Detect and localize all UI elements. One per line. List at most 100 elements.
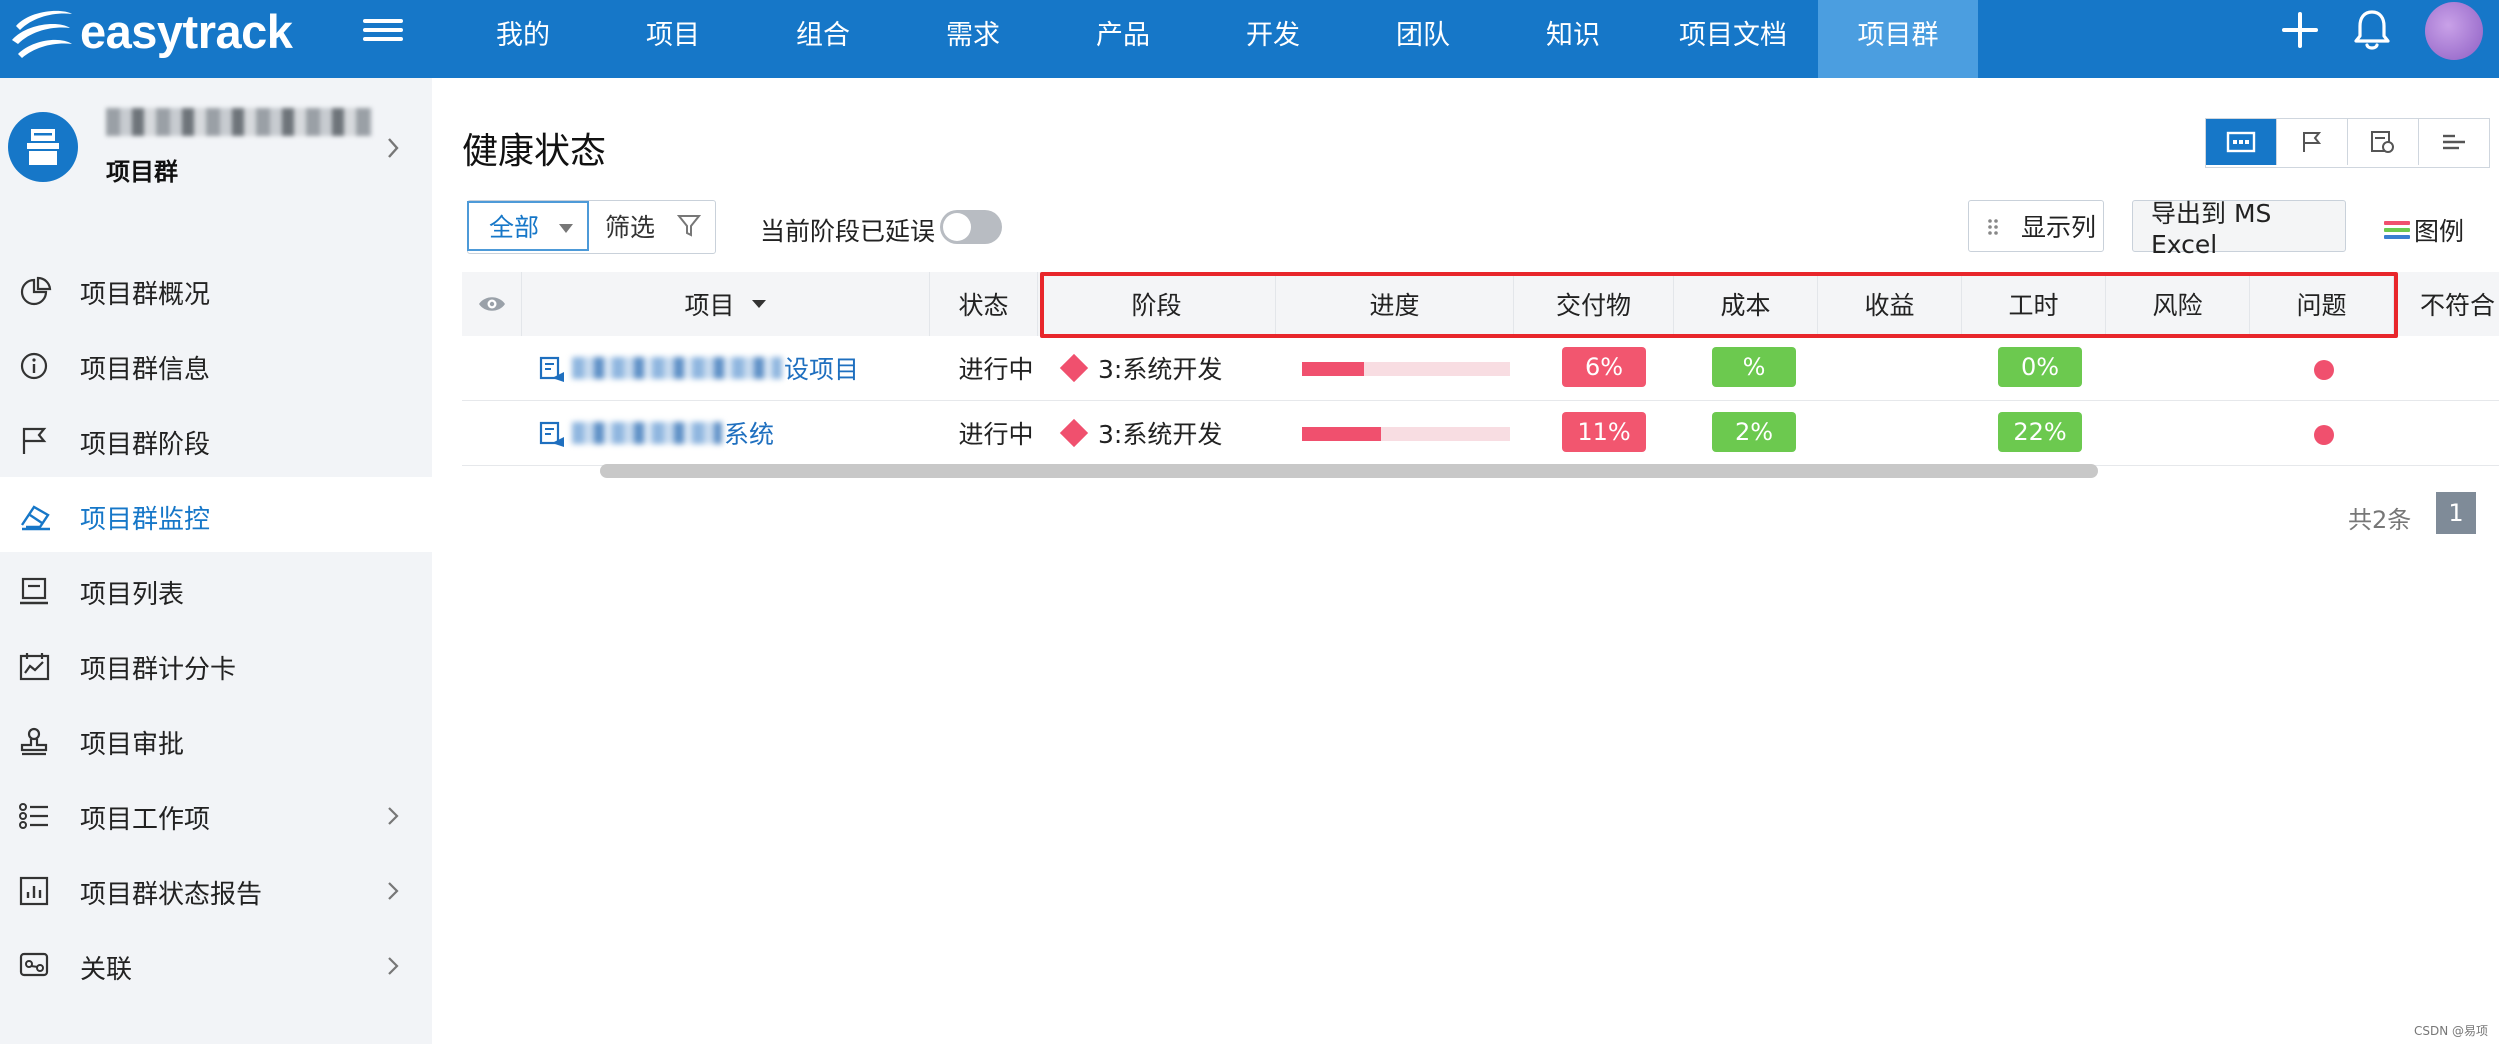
export-excel-label: 导出到 MS Excel	[2151, 198, 2272, 259]
legend-icon	[2384, 220, 2410, 240]
pie-chart-icon	[18, 276, 54, 306]
table-body: 设项目 进行中 3:系统开发 6% % 0% 系统 进行中 3:系统开发 11%…	[462, 336, 2499, 466]
sidebar-item-1[interactable]: 项目群信息	[0, 327, 432, 402]
report-icon	[2371, 131, 2394, 153]
column-visibility-header[interactable]	[462, 272, 522, 336]
stage-cell: 3:系统开发	[1058, 336, 1288, 400]
project-name-link[interactable]: 设项目	[572, 336, 859, 400]
nav-item-4[interactable]: 产品	[1048, 0, 1198, 78]
sidebar-item-7[interactable]: 项目工作项	[0, 777, 432, 852]
sidebar-item-label: 项目列表	[80, 580, 185, 610]
brand-logo[interactable]: easytrack	[10, 4, 293, 64]
caret-down-icon	[559, 224, 573, 233]
column-header-stage[interactable]: 阶段	[1038, 272, 1276, 336]
sidebar-item-8[interactable]: 项目群状态报告	[0, 852, 432, 927]
nav-item-3[interactable]: 需求	[898, 0, 1048, 78]
sidebar-item-0[interactable]: 项目群概况	[0, 252, 432, 327]
view-report-button[interactable]	[2348, 119, 2419, 165]
user-avatar[interactable]	[2425, 2, 2483, 60]
sidebar-item-5[interactable]: 项目群计分卡	[0, 627, 432, 702]
eye-icon	[478, 297, 505, 311]
column-header-issue[interactable]: 问题	[2250, 272, 2394, 336]
task-list-icon	[18, 801, 54, 831]
sidebar: 项目群 项目群概况 项目群信息 项目群阶段 项目群监控 项目列表 项目群计分卡 项目审批 项目…	[0, 78, 432, 1044]
status-cell: 进行中	[958, 355, 1034, 384]
cost-badge: 2%	[1712, 412, 1796, 452]
column-header-project-label: 项目	[684, 291, 735, 320]
pager-total: 共2条	[2348, 506, 2412, 534]
program-header[interactable]: 项目群	[0, 78, 432, 198]
brand-name: easytrack	[80, 4, 293, 58]
stage-cell: 3:系统开发	[1058, 401, 1288, 465]
drag-grip-icon	[1988, 219, 1998, 235]
sidebar-item-label: 项目群信息	[80, 355, 211, 385]
sidebar-item-3[interactable]: 项目群监控	[0, 477, 432, 552]
sidebar-item-9[interactable]: 关联	[0, 927, 432, 1002]
sidebar-item-label: 项目群计分卡	[80, 655, 237, 685]
progress-bar	[1302, 362, 1510, 376]
bell-icon[interactable]	[2352, 8, 2392, 52]
legend-label: 图例	[2414, 217, 2465, 246]
approval-stamp-icon	[18, 726, 54, 756]
menu-toggle-icon[interactable]	[363, 14, 403, 48]
easytrack-logo-icon	[12, 10, 72, 58]
column-header-status[interactable]: 状态	[930, 272, 1038, 336]
sidebar-item-label: 项目群状态报告	[80, 880, 263, 910]
pager-page-button[interactable]: 1	[2436, 492, 2476, 534]
report-chart-icon	[18, 876, 54, 906]
table-row: 设项目 进行中 3:系统开发 6% % 0%	[462, 336, 2499, 401]
nav-item-6[interactable]: 团队	[1348, 0, 1498, 78]
column-header-revenue[interactable]: 收益	[1818, 272, 1962, 336]
chevron-right-icon[interactable]	[386, 955, 400, 981]
sort-desc-icon[interactable]	[751, 299, 767, 309]
sidebar-item-label: 项目群概况	[80, 280, 211, 310]
nav-item-0[interactable]: 我的	[448, 0, 598, 78]
monitor-pen-icon	[18, 501, 54, 531]
nav-item-1[interactable]: 项目	[598, 0, 748, 78]
view-health-button[interactable]	[2206, 119, 2277, 165]
sidebar-item-4[interactable]: 项目列表	[0, 552, 432, 627]
info-icon	[18, 351, 54, 381]
hours-badge: 22%	[1998, 412, 2082, 452]
filter-button[interactable]: 筛选	[589, 201, 715, 251]
scope-dropdown-value: 全部	[489, 213, 540, 242]
add-icon[interactable]	[2280, 10, 2320, 50]
dashboard-icon	[2226, 131, 2256, 153]
nav-item-2[interactable]: 组合	[748, 0, 898, 78]
column-header-progress[interactable]: 进度	[1276, 272, 1514, 336]
scope-dropdown[interactable]: 全部	[467, 201, 589, 251]
project-name-link[interactable]: 系统	[572, 401, 774, 465]
progress-bar-fill	[1302, 362, 1365, 376]
column-header-cost[interactable]: 成本	[1674, 272, 1818, 336]
delay-toggle-switch[interactable]	[940, 210, 1002, 244]
export-excel-button[interactable]: 导出到 MS Excel	[2132, 199, 2346, 259]
project-doc-icon	[538, 421, 566, 451]
sidebar-item-2[interactable]: 项目群阶段	[0, 402, 432, 477]
view-gantt-button[interactable]	[2419, 119, 2489, 165]
stage-label: 3:系统开发	[1098, 355, 1223, 384]
column-header-project[interactable]: 项目	[522, 272, 930, 336]
chevron-right-icon[interactable]	[386, 136, 400, 160]
horizontal-scrollbar[interactable]	[600, 464, 2098, 478]
chevron-right-icon[interactable]	[386, 880, 400, 906]
top-navbar: easytrack 我的 项目 组合 需求 产品 开发 团队 知识 项目文档 项目群	[0, 0, 2499, 78]
show-columns-button[interactable]: 显示列	[1968, 200, 2104, 252]
redacted-text	[572, 357, 782, 379]
view-milestone-button[interactable]	[2277, 119, 2348, 165]
column-header-hours[interactable]: 工时	[1962, 272, 2106, 336]
nav-item-9[interactable]: 项目群	[1818, 0, 1978, 78]
sidebar-menu: 项目群概况项目群信息项目群阶段 项目群监控项目列表项目群计分卡项目审批 项目工作项项…	[0, 252, 432, 1002]
nav-item-7[interactable]: 知识	[1498, 0, 1648, 78]
nav-item-5[interactable]: 开发	[1198, 0, 1348, 78]
column-header-risk[interactable]: 风险	[2106, 272, 2250, 336]
column-header-deliverable[interactable]: 交付物	[1514, 272, 1674, 336]
nav-item-8[interactable]: 项目文档	[1648, 0, 1818, 78]
chevron-right-icon[interactable]	[386, 805, 400, 831]
project-name-visible: 设项目	[784, 355, 860, 384]
sidebar-item-6[interactable]: 项目审批	[0, 702, 432, 777]
program-avatar	[8, 112, 78, 182]
legend-button[interactable]: 图例	[2384, 212, 2464, 248]
column-header-nonconformance[interactable]: 不符合	[2394, 272, 2499, 336]
progress-bar-fill	[1302, 427, 1382, 441]
filter-group: 全部 筛选	[467, 200, 716, 254]
